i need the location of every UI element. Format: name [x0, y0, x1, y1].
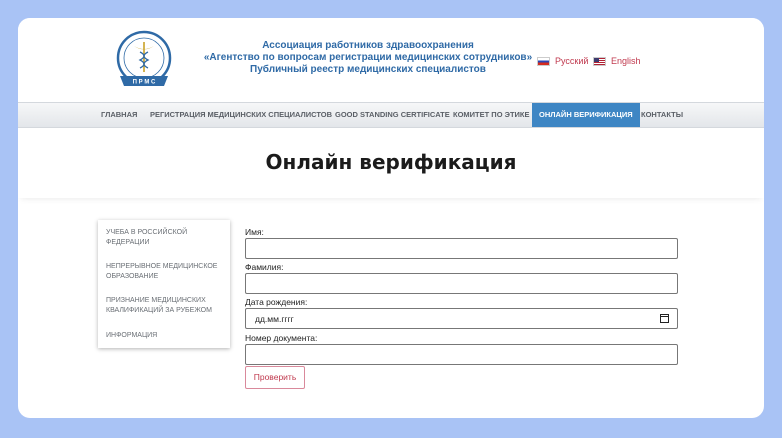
nav-item-home[interactable]: ГЛАВНАЯ [101, 103, 137, 127]
verify-button[interactable]: Проверить [245, 366, 305, 389]
flag-us-icon [593, 56, 606, 66]
side-item-study-in-russia[interactable]: УЧЕБА В РОССИЙСКОЙ ФЕДЕРАЦИИ [106, 228, 224, 248]
last-name-input[interactable] [245, 273, 678, 294]
nav-item-contacts[interactable]: КОНТАКТЫ [641, 103, 683, 127]
calendar-icon[interactable] [660, 314, 669, 323]
side-item-qualification-recognition[interactable]: ПРИЗНАНИЕ МЕДИЦИНСКИХ КВАЛИФИКАЦИЙ ЗА РУ… [106, 296, 224, 316]
org-line-1: Ассоциация работников здравоохранения [262, 40, 474, 51]
language-label: English [611, 56, 641, 66]
first-name-label: Имя: [245, 227, 264, 237]
org-line-2: «Агентство по вопросам регистрации медиц… [203, 52, 533, 63]
nav-item-registration[interactable]: РЕГИСТРАЦИЯ МЕДИЦИНСКИХ СПЕЦИАЛИСТОВ [150, 103, 332, 127]
flag-ru-icon [537, 56, 550, 66]
organization-name: Ассоциация работников здравоохранения «А… [198, 40, 538, 76]
last-name-label: Фамилия: [245, 262, 284, 272]
side-menu: УЧЕБА В РОССИЙСКОЙ ФЕДЕРАЦИИ НЕПРЕРЫВНОЕ… [98, 220, 230, 348]
birth-date-label: Дата рождения: [245, 297, 308, 307]
site-header: П Р М С Ассоциация работников здравоохра… [18, 18, 764, 100]
first-name-input[interactable] [245, 238, 678, 259]
page-title: Онлайн верификация [265, 150, 517, 174]
page-title-banner: Онлайн верификация [18, 128, 764, 198]
birth-date-input[interactable]: дд.мм.гггг [245, 308, 678, 329]
prms-logo[interactable]: П Р М С [112, 28, 176, 92]
logo-text: П Р М С [133, 80, 156, 86]
side-item-continuing-education[interactable]: НЕПРЕРЫВНОЕ МЕДИЦИНСКОЕ ОБРАЗОВАНИЕ [106, 262, 224, 282]
document-number-label: Номер документа: [245, 333, 318, 343]
nav-item-online-verification[interactable]: ОНЛАЙН ВЕРИФИКАЦИЯ [532, 103, 640, 127]
language-label: Русский [555, 56, 589, 66]
nav-item-ethics-committee[interactable]: КОМИТЕТ ПО ЭТИКЕ [453, 103, 530, 127]
document-number-input[interactable] [245, 344, 678, 365]
org-line-3: Публичный реестр медицинских специалисто… [250, 64, 486, 75]
birth-date-placeholder: дд.мм.гггг [255, 314, 294, 324]
main-navigation: ГЛАВНАЯ РЕГИСТРАЦИЯ МЕДИЦИНСКИХ СПЕЦИАЛИ… [18, 102, 764, 128]
nav-item-good-standing[interactable]: GOOD STANDING CERTIFICATE [335, 103, 450, 127]
browser-window: П Р М С Ассоциация работников здравоохра… [18, 18, 764, 418]
side-item-information[interactable]: ИНФОРМАЦИЯ [106, 331, 224, 341]
language-russian-link[interactable]: Русский [537, 56, 588, 66]
language-english-link[interactable]: English [593, 56, 641, 66]
